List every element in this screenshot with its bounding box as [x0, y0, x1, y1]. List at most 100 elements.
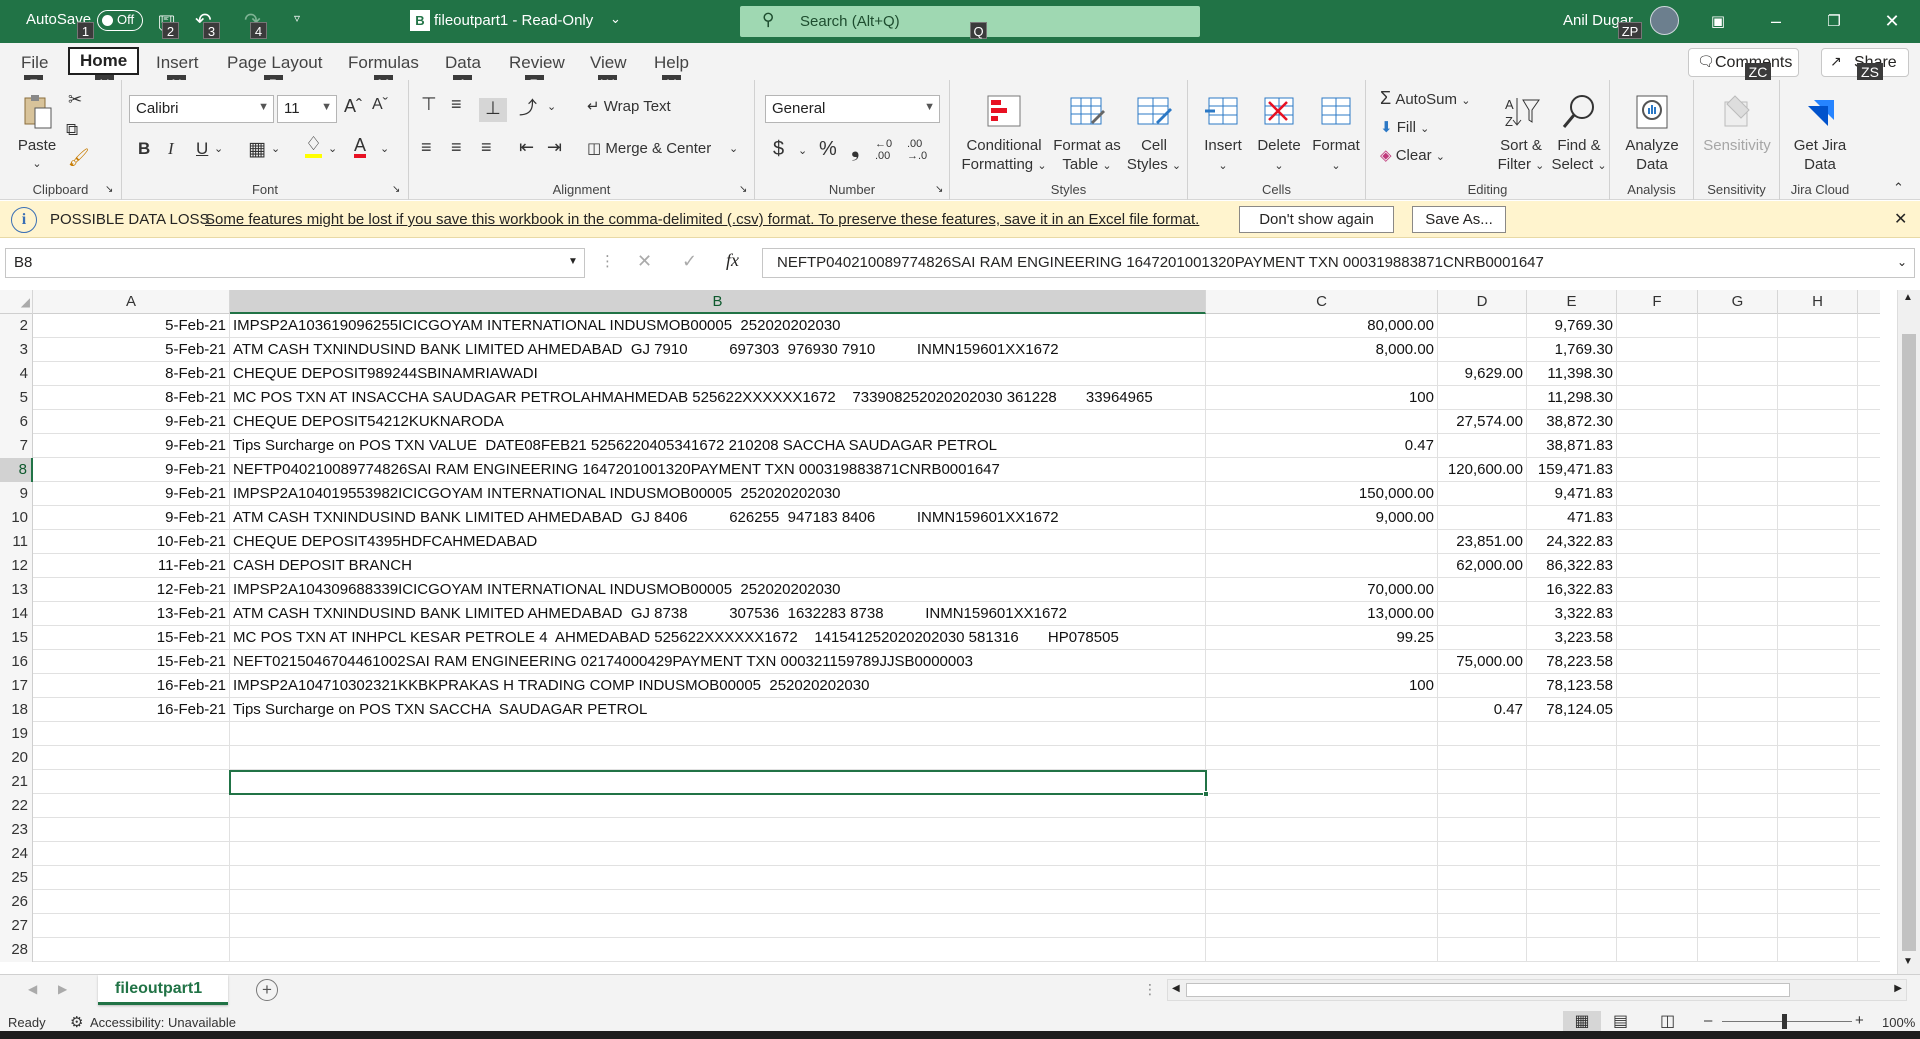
column-header-g[interactable]: G [1698, 290, 1778, 314]
cell-h[interactable] [1778, 674, 1858, 698]
cell-f[interactable] [1617, 890, 1698, 914]
cell-h[interactable] [1778, 818, 1858, 842]
cell-b[interactable]: CASH DEPOSIT BRANCH [230, 554, 1206, 578]
cell-b[interactable] [230, 890, 1206, 914]
cell-f[interactable] [1617, 578, 1698, 602]
cell-g[interactable] [1698, 866, 1778, 890]
align-center-icon[interactable]: ≡ [451, 137, 462, 158]
cell-b[interactable]: Tips Surcharge on POS TXN SACCHA SAUDAGA… [230, 698, 1206, 722]
horizontal-scroll-thumb[interactable] [1186, 983, 1790, 997]
avatar[interactable] [1650, 6, 1679, 35]
cell-b[interactable]: NEFTP040210089774826SAI RAM ENGINEERING … [230, 458, 1206, 482]
cell-h[interactable] [1778, 938, 1858, 962]
cell-b[interactable] [230, 794, 1206, 818]
cell-f[interactable] [1617, 842, 1698, 866]
column-header-h[interactable]: H [1778, 290, 1858, 314]
borders-icon[interactable]: ▦ [248, 138, 266, 161]
cell-g[interactable] [1698, 458, 1778, 482]
horizontal-scrollbar[interactable]: ◀ ▶ [1167, 979, 1907, 1001]
row-header[interactable]: 18 [0, 698, 33, 722]
scroll-down-icon[interactable]: ▼ [1903, 956, 1913, 967]
cell-e[interactable] [1527, 842, 1617, 866]
conditional-formatting-button[interactable]: Conditional Formatting ⌄ [960, 92, 1048, 176]
cell-e[interactable] [1527, 818, 1617, 842]
font-name-select[interactable]: Calibri ▼ [129, 95, 274, 123]
close-infobar-icon[interactable]: ✕ [1894, 209, 1907, 229]
tab-data[interactable]: Data [445, 53, 481, 73]
cell-g[interactable] [1698, 698, 1778, 722]
cell-d[interactable]: 75,000.00 [1438, 650, 1527, 674]
cell-d[interactable] [1438, 794, 1527, 818]
row-header[interactable]: 3 [0, 338, 33, 362]
cell-b[interactable]: CHEQUE DEPOSIT54212KUKNARODA [230, 410, 1206, 434]
row-header[interactable]: 27 [0, 914, 33, 938]
paste-button[interactable]: Paste ⌄ [12, 92, 62, 174]
cell-f[interactable] [1617, 698, 1698, 722]
row-header[interactable]: 2 [0, 314, 33, 338]
cell-e[interactable]: 471.83 [1527, 506, 1617, 530]
page-break-view-icon[interactable]: ◫ [1660, 1011, 1675, 1031]
cell-c[interactable] [1206, 866, 1438, 890]
column-header-e[interactable]: E [1527, 290, 1617, 314]
cell-h[interactable] [1778, 386, 1858, 410]
cell-a[interactable]: 15-Feb-21 [33, 626, 230, 650]
cell-b[interactable] [230, 842, 1206, 866]
cell-a[interactable]: 9-Feb-21 [33, 506, 230, 530]
cell-e[interactable]: 3,223.58 [1527, 626, 1617, 650]
cell-a[interactable] [33, 722, 230, 746]
save-as-button[interactable]: Save As... [1412, 206, 1506, 233]
cell-h[interactable] [1778, 722, 1858, 746]
close-icon[interactable]: ✕ [1864, 0, 1920, 43]
formula-bar-grip-icon[interactable]: ⋮ [600, 252, 615, 270]
cell-h[interactable] [1778, 362, 1858, 386]
customize-qat-icon[interactable]: ▿ [294, 11, 300, 25]
cell-c[interactable] [1206, 362, 1438, 386]
cell-f[interactable] [1617, 674, 1698, 698]
cell-g[interactable] [1698, 530, 1778, 554]
cell-f[interactable] [1617, 626, 1698, 650]
cell-b[interactable]: CHEQUE DEPOSIT4395HDFCAHMEDABAD [230, 530, 1206, 554]
column-header-d[interactable]: D [1438, 290, 1527, 314]
scroll-left-icon[interactable]: ◀ [1172, 983, 1180, 994]
sort-filter-button[interactable]: AZ Sort & Filter ⌄ [1494, 92, 1548, 176]
tab-view[interactable]: View [590, 53, 627, 73]
cell-f[interactable] [1617, 746, 1698, 770]
cell-c[interactable] [1206, 794, 1438, 818]
row-header[interactable]: 22 [0, 794, 33, 818]
decrease-font-icon[interactable]: Aˇ [372, 96, 388, 114]
cell-c[interactable] [1206, 914, 1438, 938]
row-header[interactable]: 5 [0, 386, 33, 410]
cell-f[interactable] [1617, 458, 1698, 482]
prev-sheet-icon[interactable]: ◀ [28, 982, 37, 996]
cell-g[interactable] [1698, 554, 1778, 578]
cell-d[interactable] [1438, 578, 1527, 602]
scroll-up-icon[interactable]: ▲ [1903, 292, 1913, 303]
cell-e[interactable]: 78,223.58 [1527, 650, 1617, 674]
cell-d[interactable] [1438, 866, 1527, 890]
align-bottom-icon[interactable]: ⊥ [479, 98, 507, 122]
cell-h[interactable] [1778, 314, 1858, 338]
cell-f[interactable] [1617, 482, 1698, 506]
cell-c[interactable] [1206, 938, 1438, 962]
cell-e[interactable]: 1,769.30 [1527, 338, 1617, 362]
cell-e[interactable] [1527, 914, 1617, 938]
cell-c[interactable] [1206, 698, 1438, 722]
cell-g[interactable] [1698, 314, 1778, 338]
cell-d[interactable] [1438, 890, 1527, 914]
cell-a[interactable]: 9-Feb-21 [33, 458, 230, 482]
align-top-icon[interactable]: ⊤ [421, 94, 437, 115]
cell-e[interactable]: 78,123.58 [1527, 674, 1617, 698]
delete-cells-button[interactable]: Delete ⌄ [1252, 92, 1306, 176]
cell-a[interactable] [33, 914, 230, 938]
cell-h[interactable] [1778, 458, 1858, 482]
cell-g[interactable] [1698, 578, 1778, 602]
cell-b[interactable] [230, 818, 1206, 842]
cell-b[interactable] [230, 722, 1206, 746]
cell-c[interactable]: 80,000.00 [1206, 314, 1438, 338]
infobar-message[interactable]: Some features might be lost if you save … [205, 211, 1199, 228]
cell-a[interactable] [33, 794, 230, 818]
cell-b[interactable]: MC POS TXN AT INHPCL KESAR PETROLE 4 AHM… [230, 626, 1206, 650]
cell-e[interactable]: 38,871.83 [1527, 434, 1617, 458]
cell-b[interactable] [230, 866, 1206, 890]
cell-f[interactable] [1617, 722, 1698, 746]
